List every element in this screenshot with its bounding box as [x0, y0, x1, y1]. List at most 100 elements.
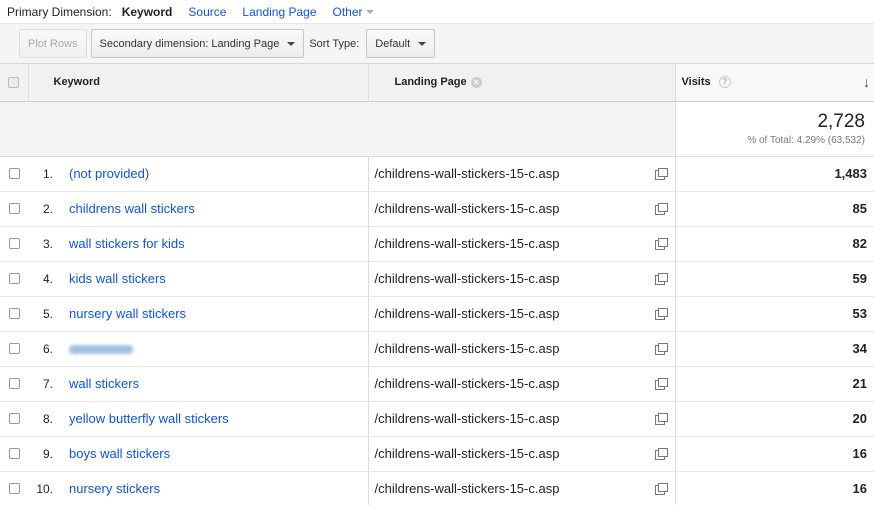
keyword-link[interactable]: nursery stickers: [69, 481, 160, 496]
keyword-link[interactable]: wall stickers: [69, 376, 139, 391]
keyword-link[interactable]: boys wall stickers: [69, 446, 170, 461]
external-link-icon[interactable]: [654, 378, 668, 390]
plot-rows-button[interactable]: Plot Rows: [19, 29, 87, 58]
table-row: 10. nursery stickers/childrens-wall-stick…: [0, 471, 874, 505]
table-row: 5. nursery wall stickers/childrens-wall-s…: [0, 296, 874, 332]
column-header-landing-page[interactable]: Landing Page ×: [368, 64, 676, 102]
toolbar: Plot Rows Secondary dimension: Landing P…: [0, 24, 874, 64]
visits-value: 82: [674, 226, 874, 262]
sort-down-arrow-icon[interactable]: ↓: [863, 74, 870, 90]
sort-type-value: Default: [375, 37, 411, 50]
landing-page-value: /childrens-wall-stickers-15-c.asp: [374, 306, 560, 321]
keyword-link[interactable]: yellow butterfly wall stickers: [69, 411, 229, 426]
chevron-down-icon: [418, 41, 427, 46]
total-visits-cell: 2,728 % of Total: 4.29% (63,532): [674, 101, 874, 157]
remove-icon[interactable]: ×: [470, 76, 482, 88]
external-link-icon[interactable]: [654, 308, 668, 320]
landing-page-value: /childrens-wall-stickers-15-c.asp: [374, 481, 560, 496]
select-all-cell: [0, 64, 29, 102]
keyword-link[interactable]: wall stickers for kids: [69, 236, 185, 251]
table-row: 7. wall stickers/childrens-wall-stickers-…: [0, 366, 874, 402]
primary-dimension-keyword[interactable]: Keyword: [122, 5, 173, 19]
visits-value: 59: [674, 261, 874, 297]
visits-value: 16: [674, 471, 874, 505]
keyword-link[interactable]: (not provided): [69, 166, 149, 181]
sort-type-label: Sort Type:: [309, 37, 360, 50]
external-link-icon[interactable]: [654, 168, 668, 180]
row-checkbox[interactable]: [8, 273, 20, 284]
row-checkbox[interactable]: [8, 483, 20, 494]
keyword-cell: 6.: [28, 331, 368, 367]
visits-value: 1,483: [674, 156, 874, 192]
keyword-cell: 1. (not provided): [28, 156, 368, 192]
row-index: 8.: [42, 412, 53, 426]
primary-dimension-other[interactable]: Other: [333, 5, 374, 19]
external-link-icon[interactable]: [654, 483, 668, 495]
table-header-row: Keyword Landing Page × Visits? ↓: [0, 64, 874, 102]
keyword-link[interactable]: nursery wall stickers: [69, 306, 186, 321]
table-row: 6. /childrens-wall-stickers-15-c.asp 34: [0, 331, 874, 367]
row-index: 5.: [42, 307, 53, 321]
primary-dimension-source[interactable]: Source: [188, 5, 226, 19]
landing-page-cell: /childrens-wall-stickers-15-c.asp: [367, 296, 675, 332]
landing-page-value: /childrens-wall-stickers-15-c.asp: [374, 166, 560, 181]
keyword-link[interactable]: kids wall stickers: [69, 271, 166, 286]
row-index: 1.: [42, 167, 53, 181]
row-checkbox[interactable]: [8, 238, 20, 249]
landing-page-cell: /childrens-wall-stickers-15-c.asp: [367, 191, 675, 227]
sort-type-dropdown[interactable]: Default: [366, 29, 436, 58]
total-visits-percent: % of Total: 4.29% (63,532): [747, 134, 865, 146]
row-checkbox[interactable]: [8, 308, 20, 319]
keyword-cell: 2. childrens wall stickers: [28, 191, 368, 227]
chevron-down-icon: [287, 41, 296, 46]
keyword-cell: 4. kids wall stickers: [28, 261, 368, 297]
row-checkbox[interactable]: [8, 343, 20, 354]
column-header-keyword[interactable]: Keyword: [28, 64, 369, 102]
column-header-visits-label: Visits: [681, 76, 711, 89]
landing-page-cell: /childrens-wall-stickers-15-c.asp: [367, 471, 675, 505]
secondary-dimension-label: Secondary dimension: Landing Page: [99, 37, 280, 50]
landing-page-cell: /childrens-wall-stickers-15-c.asp: [367, 366, 675, 402]
row-index: 2.: [42, 202, 53, 216]
column-header-landing-page-label: Landing Page: [394, 76, 467, 89]
landing-page-cell: /childrens-wall-stickers-15-c.asp: [367, 436, 675, 472]
row-checkbox-cell: [0, 471, 28, 505]
landing-page-value: /childrens-wall-stickers-15-c.asp: [374, 236, 560, 251]
help-icon[interactable]: ?: [718, 76, 731, 89]
column-header-visits[interactable]: Visits? ↓: [675, 64, 874, 102]
primary-dimension-label: Primary Dimension:: [7, 4, 112, 19]
keyword-link-redacted[interactable]: [69, 345, 133, 355]
visits-value: 21: [674, 366, 874, 402]
secondary-dimension-dropdown[interactable]: Secondary dimension: Landing Page: [90, 29, 305, 58]
external-link-icon[interactable]: [654, 413, 668, 425]
row-checkbox[interactable]: [8, 448, 20, 459]
visits-value: 34: [674, 331, 874, 367]
landing-page-cell: /childrens-wall-stickers-15-c.asp: [367, 156, 675, 192]
row-checkbox[interactable]: [8, 378, 20, 389]
landing-page-value: /childrens-wall-stickers-15-c.asp: [374, 271, 560, 286]
primary-dimension-bar: Primary Dimension: Keyword Source Landin…: [0, 0, 874, 24]
row-index: 6.: [42, 342, 53, 356]
row-checkbox[interactable]: [8, 168, 20, 179]
row-checkbox[interactable]: [8, 413, 20, 424]
keyword-cell: 9. boys wall stickers: [28, 436, 368, 472]
landing-page-value: /childrens-wall-stickers-15-c.asp: [374, 376, 560, 391]
row-checkbox-cell: [0, 331, 28, 367]
external-link-icon[interactable]: [654, 448, 668, 460]
external-link-icon[interactable]: [654, 343, 668, 355]
row-checkbox[interactable]: [8, 203, 20, 214]
primary-dimension-landing-page[interactable]: Landing Page: [242, 5, 316, 19]
external-link-icon[interactable]: [654, 203, 668, 215]
row-checkbox-cell: [0, 436, 28, 472]
table-row: 9. boys wall stickers/childrens-wall-stic…: [0, 436, 874, 472]
external-link-icon[interactable]: [654, 238, 668, 250]
landing-page-value: /childrens-wall-stickers-15-c.asp: [374, 411, 560, 426]
row-checkbox-cell: [0, 261, 28, 297]
table-row: 3. wall stickers for kids/childrens-wall-…: [0, 226, 874, 262]
landing-page-cell: /childrens-wall-stickers-15-c.asp: [367, 261, 675, 297]
table-row: 2. childrens wall stickers/childrens-wall…: [0, 191, 874, 227]
select-all-checkbox[interactable]: [8, 76, 20, 88]
keyword-link[interactable]: childrens wall stickers: [69, 201, 195, 216]
landing-page-cell: /childrens-wall-stickers-15-c.asp: [367, 331, 675, 367]
external-link-icon[interactable]: [654, 273, 668, 285]
